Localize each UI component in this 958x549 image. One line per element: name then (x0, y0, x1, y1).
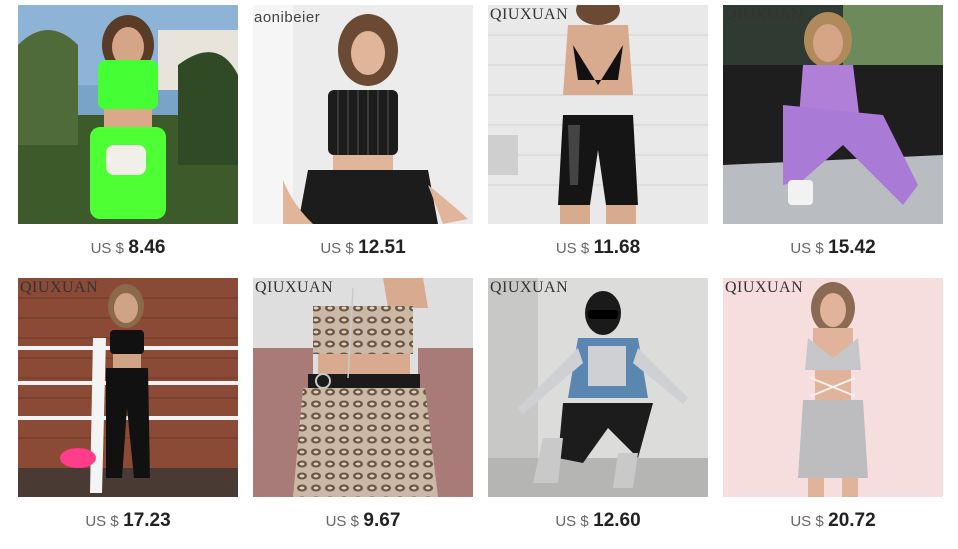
brand-watermark: QIUXUAN (725, 6, 804, 23)
product-card[interactable]: QIUXUAN US $ 15.42 (723, 5, 943, 258)
product-image[interactable]: QIUXUAN (253, 278, 473, 497)
price-tag[interactable]: US $ 20.72 (723, 510, 943, 532)
brand-watermark: aonibeier (254, 9, 321, 26)
brand-watermark: QIUXUAN (255, 279, 334, 296)
price-value: 12.51 (358, 237, 406, 258)
currency-label: US $ (320, 240, 354, 257)
price-value: 11.68 (593, 237, 641, 258)
product-image[interactable]: QIUXUAN (488, 278, 708, 497)
product-card[interactable]: QIUXUAN US $ 11.68 (488, 5, 708, 258)
price-value: 15.42 (828, 237, 876, 258)
price-tag[interactable]: US $ 8.46 (18, 237, 238, 259)
price-value: 8.46 (128, 237, 166, 258)
product-card[interactable]: aonibeier US $ 12.51 (253, 5, 473, 258)
brand-watermark: QIUXUAN (20, 279, 99, 296)
price-value: 17.23 (123, 510, 171, 531)
price-tag[interactable]: US $ 11.68 (488, 237, 708, 259)
product-image[interactable]: QIUXUAN (488, 5, 708, 224)
currency-label: US $ (790, 513, 824, 530)
product-card[interactable]: QIUXUAN US $ 12.60 (488, 278, 708, 531)
product-card[interactable]: QIUXUAN US $ 9.67 (253, 278, 473, 531)
price-tag[interactable]: US $ 17.23 (18, 510, 238, 532)
product-card[interactable]: QIUXUAN US $ 20.72 (723, 278, 943, 531)
price-value: 20.72 (828, 510, 876, 531)
product-image[interactable]: QIUXUAN (723, 278, 943, 497)
product-card[interactable]: US $ 8.46 (18, 5, 238, 258)
product-image[interactable] (18, 5, 238, 224)
price-tag[interactable]: US $ 12.60 (488, 510, 708, 532)
price-value: 12.60 (593, 510, 641, 531)
product-card[interactable]: QIUXUAN US $ 17.23 (18, 278, 238, 531)
currency-label: US $ (85, 513, 119, 530)
brand-watermark: QIUXUAN (725, 279, 804, 296)
brand-watermark: QIUXUAN (490, 6, 569, 23)
price-tag[interactable]: US $ 15.42 (723, 237, 943, 259)
price-value: 9.67 (363, 510, 401, 531)
brand-watermark: QIUXUAN (490, 279, 569, 296)
currency-label: US $ (555, 513, 589, 530)
currency-label: US $ (790, 240, 824, 257)
product-image[interactable]: aonibeier (253, 5, 473, 224)
currency-label: US $ (325, 513, 359, 530)
price-tag[interactable]: US $ 12.51 (253, 237, 473, 259)
currency-label: US $ (555, 240, 590, 257)
price-tag[interactable]: US $ 9.67 (253, 510, 473, 532)
product-image[interactable]: QIUXUAN (723, 5, 943, 224)
currency-label: US $ (90, 240, 124, 257)
product-image[interactable]: QIUXUAN (18, 278, 238, 497)
